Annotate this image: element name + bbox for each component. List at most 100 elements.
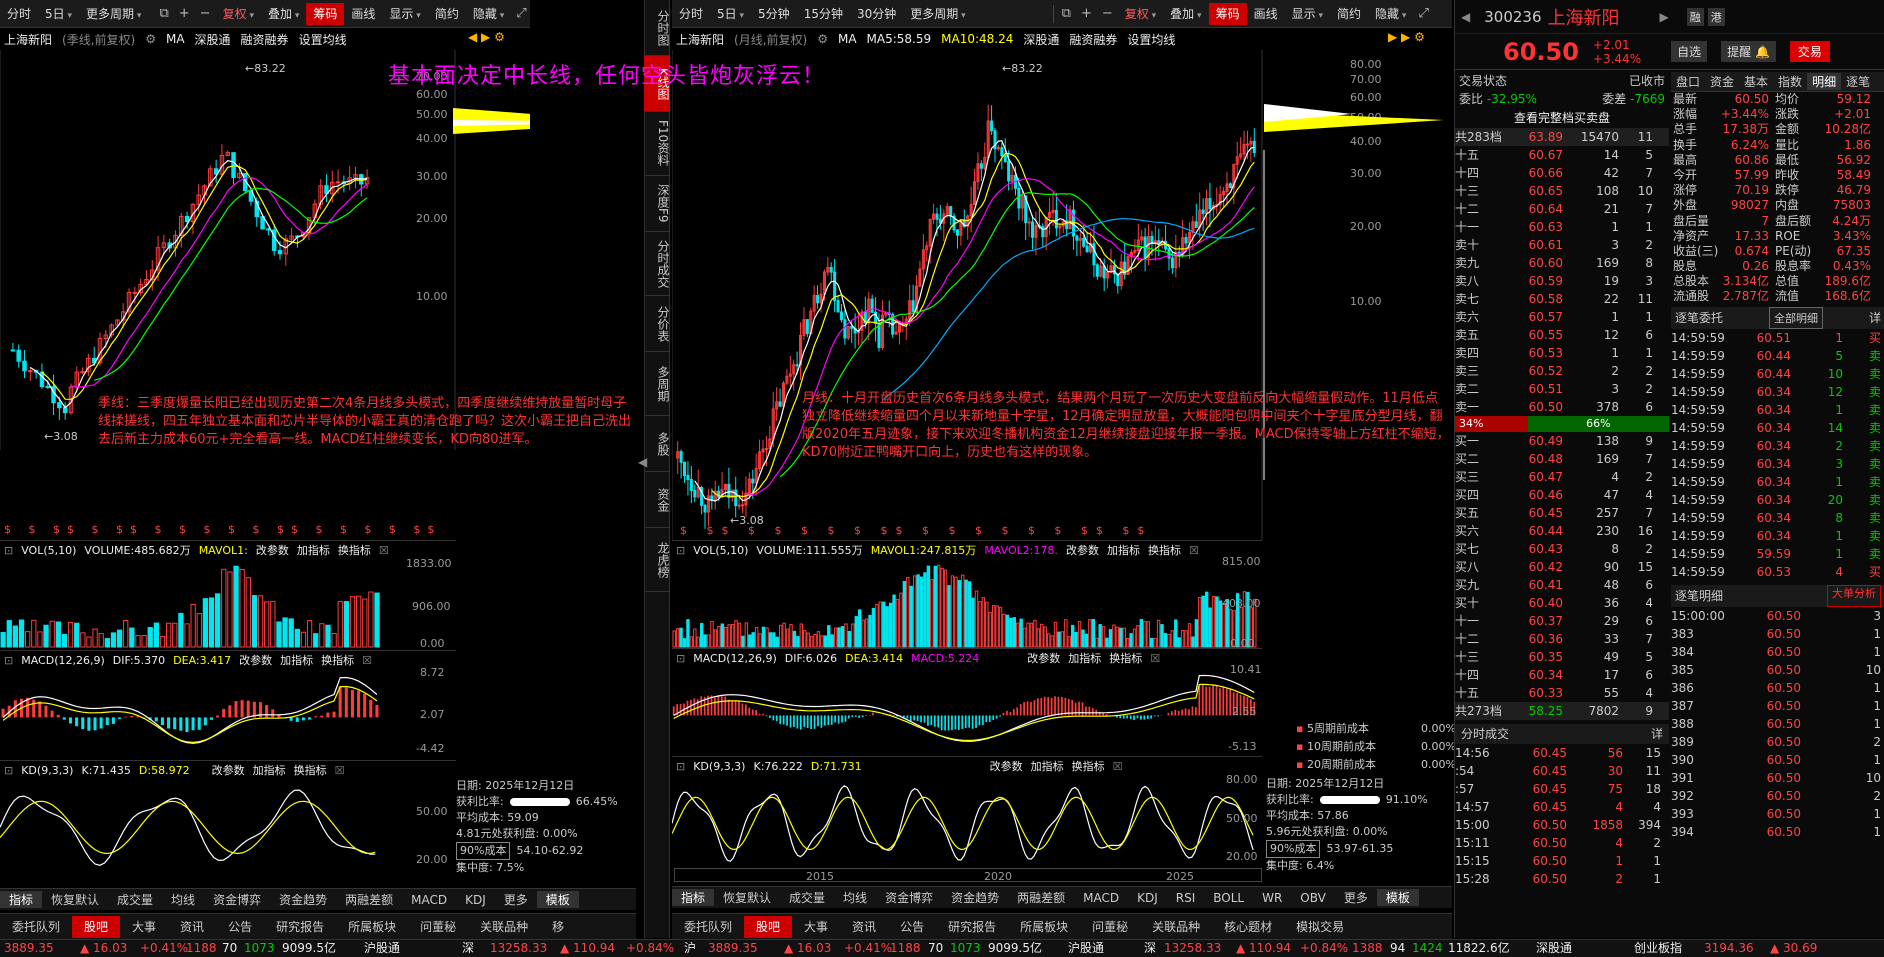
right-kline-chart[interactable]: 80.0070.0060.0050.0040.0030.0020.0010.00 (672, 50, 1452, 540)
left-macd-param[interactable]: 改参数 (239, 652, 272, 668)
left-vol-switch[interactable]: 换指标 (338, 542, 371, 558)
tab-entrust-queue[interactable]: 委托队列 (672, 918, 744, 935)
right-hide-button[interactable]: 隐藏 (1368, 3, 1413, 25)
right-overlay-button[interactable]: 叠加 (1163, 3, 1208, 25)
right-tab-fenshi[interactable]: 分时 (672, 3, 710, 25)
vtab-dragon[interactable]: 龙虎榜 (644, 528, 670, 592)
close-icon[interactable]: ☒ (1113, 760, 1123, 773)
right-draw-button[interactable]: 画线 (1247, 3, 1285, 25)
tab-guba[interactable]: 股吧 (72, 915, 121, 938)
right-cost-select[interactable]: 90%成本 (1266, 840, 1321, 858)
big-order-analysis-button[interactable]: 大单分析 (1827, 584, 1881, 607)
right-kd-add[interactable]: 加指标 (1031, 758, 1064, 774)
right-chart-tools[interactable]: ▶ ▶ ⚙ (1388, 30, 1425, 44)
vtab-fenshi[interactable]: 分时图 (644, 0, 670, 56)
close-icon[interactable]: ☒ (1150, 652, 1160, 665)
right-tab-more[interactable]: 更多 (1335, 889, 1377, 906)
right-macd-add[interactable]: 加指标 (1068, 650, 1101, 666)
right-tab-wr[interactable]: WR (1253, 891, 1291, 905)
vtab-multi-period[interactable]: 多周期 (644, 352, 670, 416)
right-scrollbar[interactable] (674, 868, 1262, 882)
vtab-price-table[interactable]: 分价表 (644, 296, 670, 352)
left-tab-margin[interactable]: 两融差额 (336, 891, 402, 908)
full-orderbook-button[interactable]: 查看完整档买卖盘 (1455, 108, 1669, 128)
left-tab-5day[interactable]: 5日 (38, 3, 79, 25)
left-cost-select[interactable]: 90%成本 (456, 842, 511, 860)
left-overlay-button[interactable]: 叠加 (261, 3, 306, 25)
right-display-button[interactable]: 显示 (1285, 3, 1330, 25)
left-simple-button[interactable]: 简约 (428, 3, 466, 25)
fullscreen-icon[interactable]: ⧉ (1057, 6, 1076, 21)
right-tab-obv[interactable]: OBV (1291, 891, 1335, 905)
left-tab-game[interactable]: 资金博弈 (204, 891, 270, 908)
tab-announce[interactable]: 公告 (888, 918, 936, 935)
trade-button[interactable]: 交易 (1789, 41, 1830, 62)
vtab-multi-stock[interactable]: 多股 (644, 416, 670, 472)
right-tab-reset[interactable]: 恢复默认 (714, 889, 780, 906)
right-tab-5min[interactable]: 5分钟 (751, 3, 797, 25)
right-tab-15min[interactable]: 15分钟 (797, 3, 850, 25)
tab-research[interactable]: 研究报告 (264, 918, 336, 935)
detail-icon[interactable]: 详 (1651, 724, 1663, 744)
tab-entrust-queue[interactable]: 委托队列 (0, 918, 72, 935)
tab-research[interactable]: 研究报告 (936, 918, 1008, 935)
right-tab-indicator[interactable]: 指标 (672, 889, 715, 906)
prev-stock-icon[interactable]: ◀ (1461, 10, 1470, 24)
right-tab-margin[interactable]: 两融差额 (1008, 889, 1074, 906)
add-watchlist-button[interactable]: 自选 (1671, 41, 1708, 62)
fullscreen-icon[interactable]: ⧉ (154, 6, 173, 21)
right-tab-rsi[interactable]: RSI (1167, 891, 1205, 905)
left-tab-volume[interactable]: 成交量 (108, 891, 162, 908)
tab-related[interactable]: 关联品种 (468, 918, 540, 935)
tab-move[interactable]: 移 (540, 918, 576, 935)
left-draw-button[interactable]: 画线 (344, 3, 382, 25)
info-tab-detail[interactable]: 明细 (1807, 73, 1842, 90)
right-tab-30min[interactable]: 30分钟 (850, 3, 903, 25)
info-tab-tick[interactable]: 逐笔 (1841, 73, 1875, 90)
close-icon[interactable]: ☒ (379, 544, 389, 557)
right-tab-kdj[interactable]: KDJ (1128, 891, 1167, 905)
left-hide-button[interactable]: 隐藏 (466, 3, 511, 25)
tab-sector[interactable]: 所属板块 (336, 918, 408, 935)
next-stock-icon[interactable]: ▶ (1660, 10, 1669, 24)
right-vol-param[interactable]: 改参数 (1066, 542, 1099, 558)
left-tab-reset[interactable]: 恢复默认 (42, 891, 108, 908)
right-kd-param[interactable]: 改参数 (990, 758, 1023, 774)
expand-icon[interactable]: ⤢ (1413, 6, 1433, 21)
settings-icon[interactable]: ⚙ (145, 32, 156, 46)
tab-sector[interactable]: 所属板块 (1008, 918, 1080, 935)
tab-ask-board[interactable]: 问董秘 (408, 918, 468, 935)
right-tab-macd[interactable]: MACD (1074, 891, 1128, 905)
right-tab-volume[interactable]: 成交量 (780, 889, 834, 906)
left-chip-button[interactable]: 筹码 (306, 2, 345, 25)
right-tab-template[interactable]: 模板 (1376, 889, 1419, 906)
right-fuquan-button[interactable]: 复权 (1118, 3, 1163, 25)
tab-events[interactable]: 大事 (792, 918, 840, 935)
left-display-button[interactable]: 显示 (382, 3, 427, 25)
right-kd-switch[interactable]: 换指标 (1072, 758, 1105, 774)
zoom-out-icon[interactable]: − (195, 6, 216, 21)
vtab-trades[interactable]: 分时成交 (644, 232, 670, 296)
alert-button[interactable]: 提醒 🔔 (1721, 41, 1776, 62)
info-tab-index[interactable]: 指数 (1773, 73, 1807, 90)
right-simple-button[interactable]: 简约 (1330, 3, 1368, 25)
detail-icon[interactable]: 详 (1869, 307, 1881, 329)
collapse-left-icon[interactable]: ◀ (638, 455, 647, 469)
left-tab-more[interactable]: 更多 (495, 891, 537, 908)
vtab-f9[interactable]: 深度F9 (644, 176, 670, 232)
info-tab-basic[interactable]: 基本 (1739, 73, 1773, 90)
left-more-period[interactable]: 更多周期 (79, 3, 148, 25)
right-chip-button[interactable]: 筹码 (1208, 2, 1247, 25)
zoom-out-icon[interactable]: − (1097, 6, 1118, 21)
right-vol-add[interactable]: 加指标 (1107, 542, 1140, 558)
info-tab-pankou[interactable]: 盘口 (1671, 73, 1705, 90)
left-macd-switch[interactable]: 换指标 (321, 652, 354, 668)
right-tab-game[interactable]: 资金博弈 (876, 889, 942, 906)
left-fuquan-button[interactable]: 复权 (216, 3, 261, 25)
expand-icon[interactable]: ⤢ (511, 6, 531, 21)
left-kd-add[interactable]: 加指标 (253, 762, 286, 778)
left-tab-indicator[interactable]: 指标 (0, 891, 43, 908)
left-macd-add[interactable]: 加指标 (280, 652, 313, 668)
right-vol-switch[interactable]: 换指标 (1148, 542, 1181, 558)
right-macd-param[interactable]: 改参数 (1027, 650, 1060, 666)
